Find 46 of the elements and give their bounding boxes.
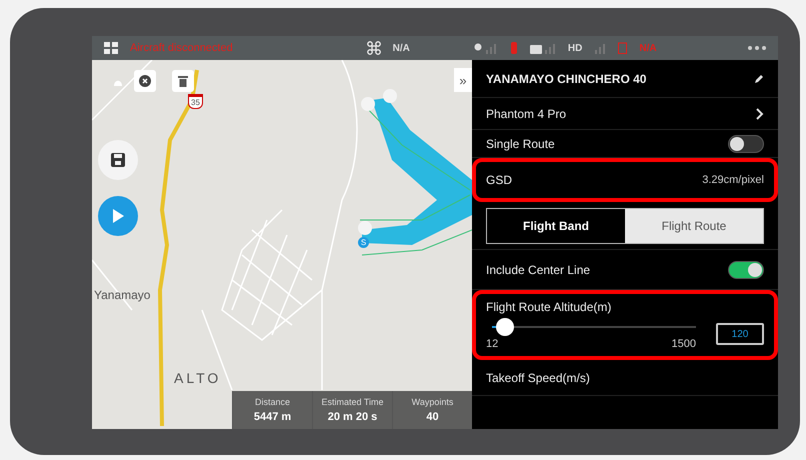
setting-label: Include Center Line [486,262,590,276]
slider-min: 12 [486,338,498,350]
setting-label: GSD [486,173,512,187]
battery-status: N/A [639,42,657,54]
expand-button[interactable]: » [454,68,472,92]
aircraft-status: N/A [392,42,410,54]
route-shield: 35 [188,94,203,109]
drone-icon [366,41,381,55]
delete-button[interactable] [172,70,194,92]
play-icon [111,208,125,224]
stat-value: 5447 m [254,411,292,423]
place-label: ALTO [174,370,222,386]
toggle-switch[interactable] [728,134,764,152]
setting-value: 3.29cm/pixel [702,174,764,186]
more-icon[interactable] [748,46,766,50]
pencil-icon[interactable] [754,74,764,84]
close-button[interactable] [134,70,156,92]
grid-menu-icon[interactable] [104,42,118,54]
place-label: Yanamayo [94,288,150,302]
setting-label: Single Route [486,136,555,150]
chevron-right-icon[interactable] [756,108,764,120]
status-message: Aircraft disconnected [130,42,234,54]
save-button[interactable] [98,140,138,180]
value-field[interactable]: 120 [716,323,764,345]
satellite-signal-icon [474,42,498,54]
stat-label: Distance [254,397,290,407]
remote-signal-icon [530,42,556,54]
slider-thumb[interactable] [496,318,514,336]
battery-icon [618,42,628,54]
stat-label: Estimated Time [321,397,384,407]
segment-tab[interactable]: Flight Route [625,208,763,242]
setting-label: Takeoff Speed(m/s) [486,370,590,384]
close-icon [139,75,151,87]
toggle-switch[interactable] [728,260,764,278]
mission-name: YANAMAYO CHINCHERO 40 [486,72,646,86]
video-signal-icon [594,42,606,54]
stat-label: Waypoints [412,397,454,407]
play-button[interactable] [98,196,138,236]
slider-max: 1500 [672,338,696,350]
trash-icon [178,75,188,87]
start-marker: S [358,237,369,248]
stat-value: 20 m 20 s [328,411,378,423]
aircraft-label: Phantom 4 Pro [486,106,566,120]
video-label: HD [568,42,582,54]
stat-value: 40 [426,411,439,423]
setting-label: Flight Route Altitude(m) [486,300,612,314]
